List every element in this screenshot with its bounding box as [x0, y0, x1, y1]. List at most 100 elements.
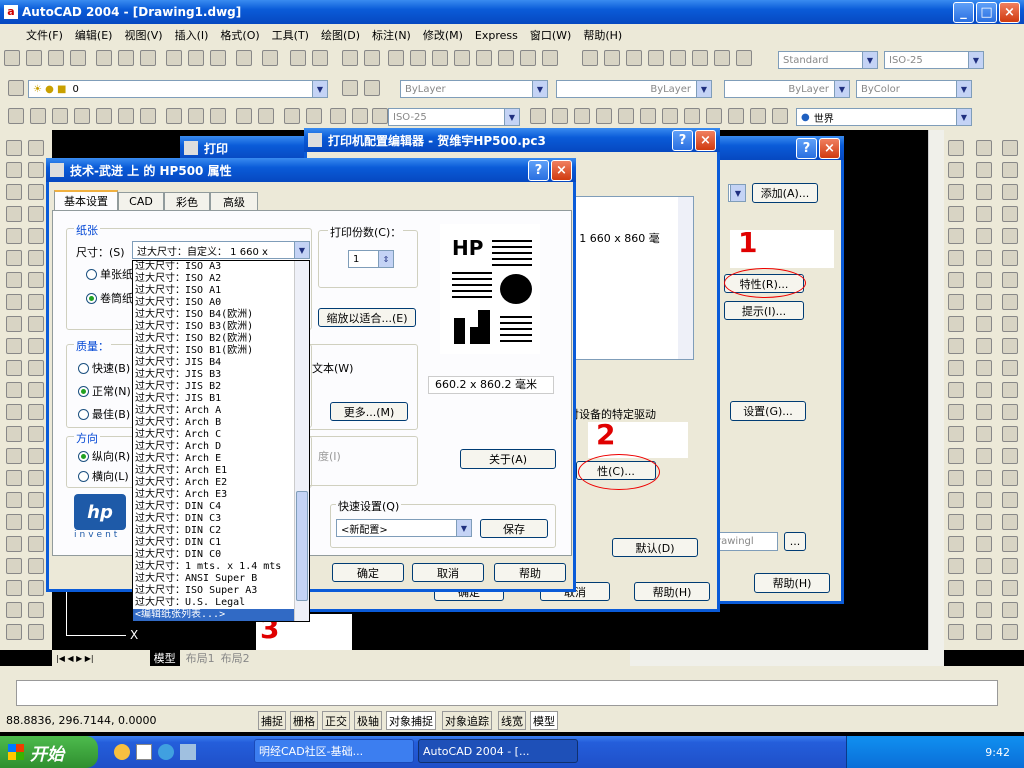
- modify-tool-icon[interactable]: [1002, 558, 1018, 574]
- modify-tool-icon[interactable]: [948, 338, 964, 354]
- toolbar-tool-icon[interactable]: [96, 50, 112, 66]
- modify-tool-icon[interactable]: [1002, 338, 1018, 354]
- paper-size-option[interactable]: 过大尺寸：1 mts. x 1.4 mts: [133, 561, 309, 573]
- paper-size-option[interactable]: 过大尺寸：Arch C: [133, 429, 309, 441]
- draw-tool-icon[interactable]: [6, 184, 22, 200]
- toolbar-tool-icon[interactable]: [210, 108, 226, 124]
- pc3-tree-scrollbar[interactable]: [678, 197, 693, 359]
- toolbar-tool-icon[interactable]: [596, 108, 612, 124]
- modify-tool-icon[interactable]: [948, 360, 964, 376]
- toolbar-tool-icon[interactable]: [736, 50, 752, 66]
- toolbar-tool-icon[interactable]: [388, 50, 404, 66]
- modify-tool-icon[interactable]: [948, 162, 964, 178]
- draw-tool-icon[interactable]: [6, 426, 22, 442]
- toolbar-tool-icon[interactable]: [714, 50, 730, 66]
- modify-tool-icon[interactable]: [948, 250, 964, 266]
- draw-tool-icon[interactable]: [28, 360, 44, 376]
- toolbar-tool-icon[interactable]: [118, 50, 134, 66]
- modify-tool-icon[interactable]: [976, 624, 992, 640]
- paper-size-option[interactable]: 过大尺寸：Arch A: [133, 405, 309, 417]
- draw-tool-icon[interactable]: [6, 404, 22, 420]
- toolbar-tool-icon[interactable]: [640, 108, 656, 124]
- toolbar-tool-icon[interactable]: [352, 108, 368, 124]
- toolbar-tool-icon[interactable]: [662, 108, 678, 124]
- toolbar-tool-icon[interactable]: [706, 108, 722, 124]
- otrack-button[interactable]: 对象追踪: [442, 711, 492, 730]
- toolbar-tool-icon[interactable]: [364, 50, 380, 66]
- paper-size-option[interactable]: 过大尺寸：ISO A1: [133, 285, 309, 297]
- modify-tool-icon[interactable]: [976, 250, 992, 266]
- toolbar-tool-icon[interactable]: [604, 50, 620, 66]
- toolbar-tool-icon[interactable]: [728, 108, 744, 124]
- draw-tool-icon[interactable]: [28, 624, 44, 640]
- modify-tool-icon[interactable]: [948, 140, 964, 156]
- toolbar-tool-icon[interactable]: [284, 108, 300, 124]
- toolbar-tool-icon[interactable]: [432, 50, 448, 66]
- modify-tool-icon[interactable]: [948, 228, 964, 244]
- modify-tool-icon[interactable]: [1002, 404, 1018, 420]
- plotstyle-combo[interactable]: ByColor ▼: [856, 80, 972, 98]
- paper-size-option[interactable]: 过大尺寸：Arch D: [133, 441, 309, 453]
- toolbar-tool-icon[interactable]: [140, 108, 156, 124]
- draw-tool-icon[interactable]: [6, 228, 22, 244]
- tab-advanced[interactable]: 高级: [210, 192, 258, 210]
- draw-tool-icon[interactable]: [28, 404, 44, 420]
- modify-tool-icon[interactable]: [1002, 514, 1018, 530]
- paper-size-option[interactable]: 过大尺寸：Arch E2: [133, 477, 309, 489]
- modify-tool-icon[interactable]: [1002, 470, 1018, 486]
- toolbar-tool-icon[interactable]: [30, 108, 46, 124]
- toolbar-tool-icon[interactable]: [74, 108, 90, 124]
- draw-tool-icon[interactable]: [28, 448, 44, 464]
- toolbar-tool-icon[interactable]: [96, 108, 112, 124]
- toolbar-tool-icon[interactable]: [750, 108, 766, 124]
- paper-size-option[interactable]: 过大尺寸：JIS B2: [133, 381, 309, 393]
- draw-tool-icon[interactable]: [28, 162, 44, 178]
- modify-tool-icon[interactable]: [976, 184, 992, 200]
- modify-tool-icon[interactable]: [1002, 624, 1018, 640]
- draw-tool-icon[interactable]: [28, 382, 44, 398]
- toolbar-tool-icon[interactable]: [4, 50, 20, 66]
- browser-icon[interactable]: [158, 744, 174, 760]
- modify-tool-icon[interactable]: [976, 536, 992, 552]
- toolbar-tool-icon[interactable]: [262, 50, 278, 66]
- menu-view[interactable]: 视图(V): [124, 27, 162, 43]
- more-button[interactable]: 更多...(M): [330, 402, 408, 421]
- paper-size-option[interactable]: 过大尺寸：Arch B: [133, 417, 309, 429]
- paper-size-option[interactable]: 过大尺寸：DIN C0: [133, 549, 309, 561]
- quick-save-button[interactable]: 保存: [480, 519, 548, 538]
- modify-tool-icon[interactable]: [976, 470, 992, 486]
- modify-tool-icon[interactable]: [948, 492, 964, 508]
- props-cancel-button[interactable]: 取消: [412, 563, 484, 582]
- modify-tool-icon[interactable]: [1002, 426, 1018, 442]
- plot-settings-button[interactable]: 设置(G)...: [730, 401, 806, 421]
- paper-size-option[interactable]: 过大尺寸：ISO B2(欧洲): [133, 333, 309, 345]
- draw-tool-icon[interactable]: [6, 272, 22, 288]
- toolbar-tool-icon[interactable]: [552, 108, 568, 124]
- modify-tool-icon[interactable]: [1002, 316, 1018, 332]
- command-window[interactable]: [0, 666, 1024, 710]
- draw-tool-icon[interactable]: [6, 492, 22, 508]
- close-button[interactable]: ×: [999, 1, 1020, 23]
- modify-tool-icon[interactable]: [976, 140, 992, 156]
- toolbar-tool-icon[interactable]: [210, 50, 226, 66]
- modify-tool-icon[interactable]: [976, 448, 992, 464]
- pc3-tree-view[interactable]: [568, 196, 694, 360]
- menu-dimension[interactable]: 标注(N): [372, 27, 411, 43]
- menu-edit[interactable]: 编辑(E): [75, 27, 113, 43]
- modify-tool-icon[interactable]: [948, 404, 964, 420]
- plot-help-button[interactable]: ?: [796, 137, 817, 159]
- osnap-button[interactable]: 对象捕捉: [386, 711, 436, 730]
- modify-tool-icon[interactable]: [1002, 184, 1018, 200]
- draw-tool-icon[interactable]: [6, 294, 22, 310]
- tab-color[interactable]: 彩色: [164, 192, 210, 210]
- modify-tool-icon[interactable]: [976, 360, 992, 376]
- modify-tool-icon[interactable]: [1002, 140, 1018, 156]
- modify-tool-icon[interactable]: [948, 272, 964, 288]
- modify-tool-icon[interactable]: [948, 536, 964, 552]
- menu-window[interactable]: 窗口(W): [530, 27, 571, 43]
- modify-tool-icon[interactable]: [948, 426, 964, 442]
- modify-tool-icon[interactable]: [976, 492, 992, 508]
- toolbar-tool-icon[interactable]: [618, 108, 634, 124]
- toolbar-tool-icon[interactable]: [692, 50, 708, 66]
- modify-tool-icon[interactable]: [976, 338, 992, 354]
